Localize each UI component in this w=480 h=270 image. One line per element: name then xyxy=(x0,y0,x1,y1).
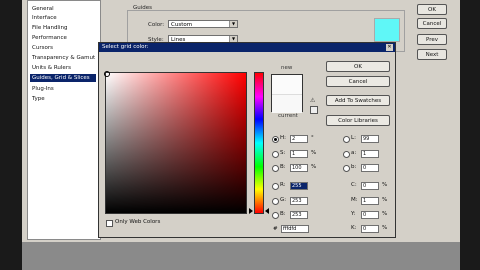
category-units-rulers[interactable]: Units & Rulers xyxy=(30,64,73,72)
category-transparency-gamut[interactable]: Transparency & Gamut xyxy=(30,54,97,62)
category-performance[interactable]: Performance xyxy=(30,34,69,42)
background-strip xyxy=(22,242,460,270)
blue-input[interactable]: 253 xyxy=(290,211,308,219)
category-general[interactable]: General xyxy=(30,5,56,13)
hue-slider-handle-left[interactable] xyxy=(249,208,253,214)
cyan-unit: % xyxy=(382,182,388,188)
hex-label: # xyxy=(273,226,278,232)
category-cursors[interactable]: Cursors xyxy=(30,44,55,52)
only-web-colors-checkbox[interactable] xyxy=(106,220,113,227)
guide-color-select[interactable]: Custom ▼ xyxy=(168,20,238,28)
prefs-next-button[interactable]: Next xyxy=(417,49,447,60)
hue-slider[interactable] xyxy=(254,72,264,214)
current-color-swatch[interactable] xyxy=(272,94,302,113)
black-input[interactable]: 0 xyxy=(361,225,379,233)
brightness-input[interactable]: 100 xyxy=(290,164,308,172)
picker-title: Select grid color: xyxy=(99,43,395,52)
only-web-colors-label: Only Web Colors xyxy=(115,219,161,225)
prefs-prev-button[interactable]: Prev xyxy=(417,34,447,45)
saturation-input[interactable]: 1 xyxy=(290,150,308,158)
category-plug-ins[interactable]: Plug-Ins xyxy=(30,85,56,93)
category-file-handling[interactable]: File Handling xyxy=(30,24,69,32)
brightness-radio[interactable] xyxy=(272,165,279,172)
prefs-ok-button[interactable]: OK xyxy=(417,4,447,15)
cyan-input[interactable]: 0 xyxy=(361,182,379,190)
color-picker-dialog: Select grid color: ✕ Only Web Colors new… xyxy=(98,42,396,238)
black-label: K: xyxy=(351,225,357,231)
hue-label: H: xyxy=(280,135,286,141)
guide-color-value: Custom xyxy=(171,22,193,28)
black-unit: % xyxy=(382,225,388,231)
lab-a-input[interactable]: 1 xyxy=(361,150,379,158)
picker-ok-button[interactable]: OK xyxy=(326,61,390,72)
red-input[interactable]: 255 xyxy=(290,182,308,190)
red-label: R: xyxy=(280,182,286,188)
magenta-input[interactable]: 1 xyxy=(361,197,379,205)
blue-radio[interactable] xyxy=(272,212,279,219)
current-color-label: current xyxy=(278,113,298,119)
saturation-unit: % xyxy=(311,150,317,156)
lab-l-input[interactable]: 99 xyxy=(361,135,379,143)
hue-input[interactable]: 2 xyxy=(290,135,308,143)
red-radio[interactable] xyxy=(272,183,279,190)
magenta-label: M: xyxy=(351,197,358,203)
yellow-label: Y: xyxy=(351,211,356,217)
guides-title: Guides xyxy=(133,5,153,11)
category-type[interactable]: Type xyxy=(30,95,47,103)
lab-l-radio[interactable] xyxy=(343,136,350,143)
green-label: G: xyxy=(280,197,287,203)
green-radio[interactable] xyxy=(272,198,279,205)
blue-label: B: xyxy=(280,211,286,217)
lab-b-label: b: xyxy=(351,164,357,170)
picker-cancel-button[interactable]: Cancel xyxy=(326,76,390,87)
hue-unit: ° xyxy=(311,135,314,141)
new-color-label: new xyxy=(281,65,293,71)
hue-slider-handle-right[interactable] xyxy=(265,208,269,214)
category-guides-grid-slices[interactable]: Guides, Grid & Slices xyxy=(30,74,96,82)
lab-l-label: L: xyxy=(351,135,356,141)
chevron-down-icon: ▼ xyxy=(229,21,237,27)
cyan-label: C: xyxy=(351,182,357,188)
hex-input[interactable]: fffdfd xyxy=(281,225,309,233)
color-comparison-swatch xyxy=(271,74,303,113)
saturation-radio[interactable] xyxy=(272,151,279,158)
yellow-unit: % xyxy=(382,211,388,217)
lab-b-radio[interactable] xyxy=(343,165,350,172)
web-safe-cube-icon[interactable] xyxy=(310,106,318,114)
lab-a-radio[interactable] xyxy=(343,151,350,158)
hue-radio[interactable] xyxy=(272,136,279,143)
guide-color-label: Color: xyxy=(148,22,165,28)
lab-b-input[interactable]: 0 xyxy=(361,164,379,172)
gamut-warning-icon[interactable]: ⚠ xyxy=(310,98,316,104)
prefs-cancel-button[interactable]: Cancel xyxy=(417,18,447,29)
green-input[interactable]: 253 xyxy=(290,197,308,205)
saturation-brightness-field[interactable] xyxy=(105,72,247,214)
brightness-label: B: xyxy=(280,164,286,170)
preferences-category-list: General Interface File Handling Performa… xyxy=(27,0,101,240)
magenta-unit: % xyxy=(382,197,388,203)
lab-a-label: a: xyxy=(351,150,357,156)
guide-color-swatch[interactable] xyxy=(374,18,400,42)
yellow-input[interactable]: 0 xyxy=(361,211,379,219)
brightness-unit: % xyxy=(311,164,317,170)
color-field-marker[interactable] xyxy=(104,71,110,77)
saturation-label: S: xyxy=(280,150,286,156)
color-libraries-button[interactable]: Color Libraries xyxy=(326,115,390,126)
add-to-swatches-button[interactable]: Add To Swatches xyxy=(326,95,390,106)
new-color-swatch xyxy=(272,75,302,94)
category-interface[interactable]: Interface xyxy=(30,14,59,22)
close-icon[interactable]: ✕ xyxy=(386,44,393,51)
